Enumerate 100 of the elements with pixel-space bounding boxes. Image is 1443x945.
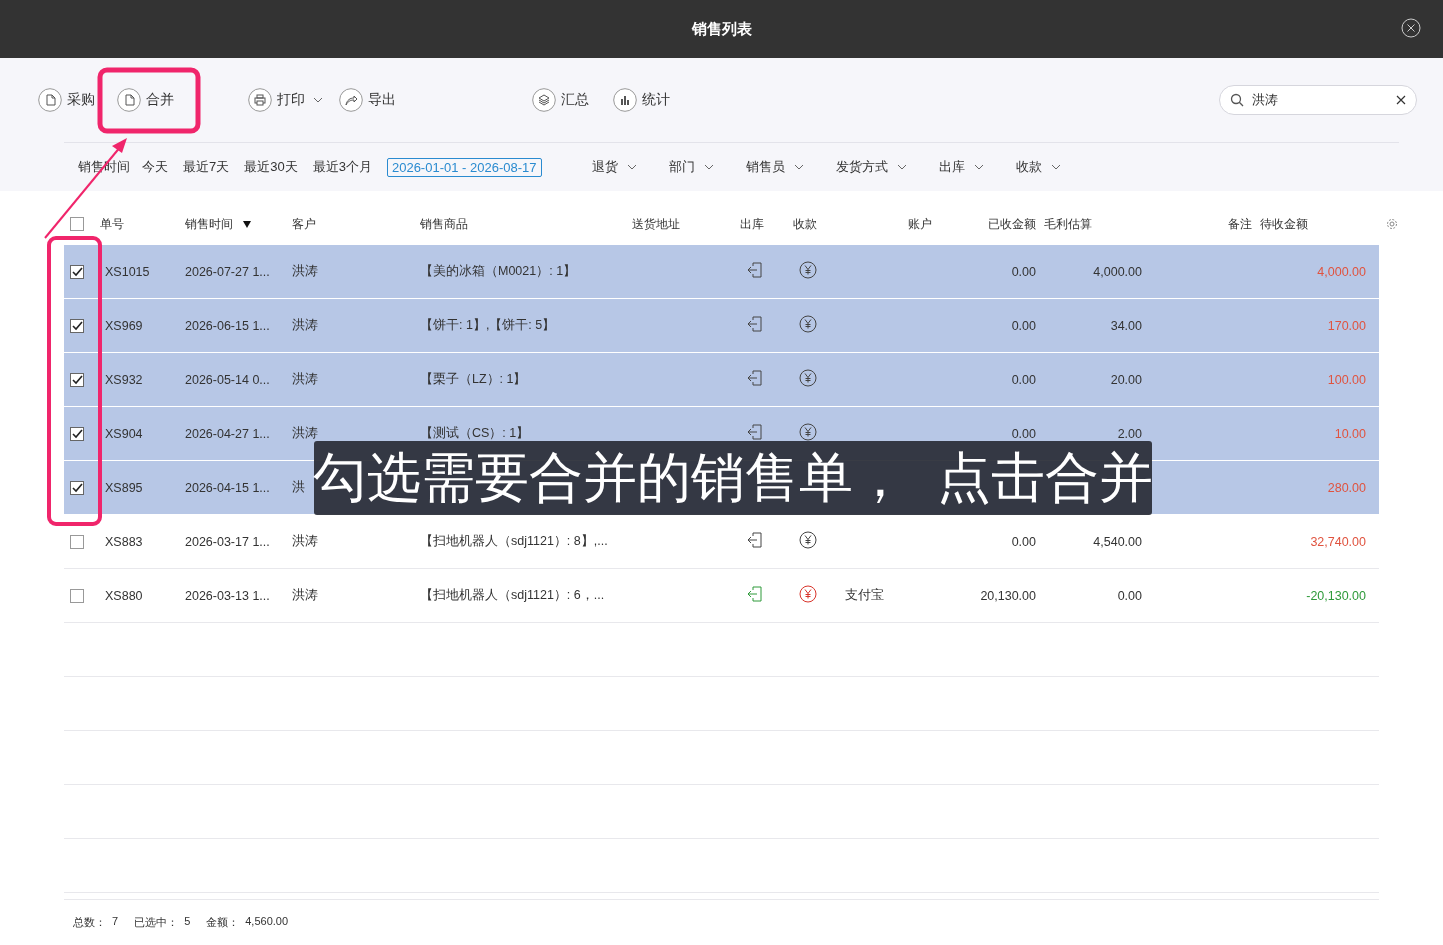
table-cell-text: 4,000.00 bbox=[1093, 264, 1143, 279]
table-cell-text: XS880 bbox=[104, 588, 144, 603]
chevron-down-icon bbox=[313, 96, 323, 104]
summary-label: 金额： bbox=[206, 915, 240, 930]
table-cell-text: XS1015 bbox=[104, 264, 151, 279]
summary-label: 总数： bbox=[73, 915, 106, 930]
checkbox[interactable] bbox=[70, 426, 84, 441]
chevron-down-icon bbox=[703, 163, 714, 171]
chevron-down-icon bbox=[896, 163, 907, 171]
layers-icon bbox=[532, 88, 556, 112]
table-cell: 【扫地机器人（sdj1121）: 6，... bbox=[420, 588, 605, 602]
close-icon[interactable] bbox=[1401, 18, 1421, 38]
filter-dropdown[interactable]: 出库 bbox=[938, 158, 984, 176]
printer-icon bbox=[248, 88, 272, 112]
filter-dropdown[interactable]: 收款 bbox=[1015, 158, 1061, 176]
bar-chart-icon bbox=[613, 88, 637, 112]
column-header[interactable]: 已收金额 bbox=[988, 216, 1044, 232]
table-cell-text: 洪涛 bbox=[292, 587, 319, 604]
table-cell-text: 洪涛 bbox=[292, 371, 319, 388]
table-cell-text: 洪涛 bbox=[292, 533, 319, 550]
table-cell-text: XS969 bbox=[104, 318, 144, 333]
table-cell-text: 洪涛 bbox=[292, 425, 319, 442]
table-cell-text: 0.00 bbox=[1011, 426, 1037, 441]
table-cell-text: 2026-06-15 1... bbox=[185, 318, 271, 333]
date-range-field[interactable]: 2026-01-01 - 2026-08-17 bbox=[386, 157, 542, 177]
table-cell-text: 20.00 bbox=[1110, 372, 1143, 387]
table-cell: 【栗子（LZ）: 1】 bbox=[420, 372, 527, 386]
table-cell-text: 0.00 bbox=[1117, 588, 1143, 603]
date-filter-link[interactable]: 今天 bbox=[142, 158, 168, 176]
toolbar-button[interactable]: 采购 bbox=[38, 88, 95, 112]
clear-icon[interactable] bbox=[1396, 95, 1406, 105]
table-cell-text: 100.00 bbox=[1327, 372, 1367, 387]
table-cell-text: 34.00 bbox=[1110, 318, 1143, 333]
document-icon bbox=[38, 88, 62, 112]
table-cell-text: 2026-04-15 1... bbox=[185, 480, 271, 495]
checkbox[interactable] bbox=[70, 372, 84, 387]
table-cell: 【测试（CS）: 1】 bbox=[420, 426, 530, 440]
chevron-down-icon bbox=[973, 163, 984, 171]
sort-down-icon[interactable] bbox=[243, 220, 251, 228]
toolbar-button[interactable]: 汇总 bbox=[532, 88, 589, 112]
column-header[interactable]: 收款 bbox=[793, 216, 845, 232]
table-cell-text: 2026-05-14 0... bbox=[185, 372, 271, 387]
table-cell-text: 2026-04-27 1... bbox=[185, 426, 271, 441]
toolbar-button[interactable]: 打印 bbox=[248, 88, 323, 112]
column-header[interactable]: 客户 bbox=[292, 216, 420, 232]
table-cell-text: 280.00 bbox=[1327, 480, 1367, 495]
table-cell-text: 10.00 bbox=[1334, 426, 1367, 441]
column-header[interactable]: 账户 bbox=[908, 216, 940, 232]
table-cell-text: XS895 bbox=[104, 480, 144, 495]
filter-dropdown[interactable]: 销售员 bbox=[745, 158, 804, 176]
column-header[interactable]: 备注 bbox=[1228, 216, 1260, 232]
column-header[interactable]: 送货地址 bbox=[632, 216, 740, 232]
summary-value: 5 bbox=[184, 915, 191, 929]
date-filter-link[interactable]: 最近30天 bbox=[244, 158, 298, 176]
checkbox[interactable] bbox=[70, 217, 84, 231]
summary-value: 4,560.00 bbox=[245, 915, 289, 929]
column-header[interactable]: 销售商品 bbox=[420, 216, 632, 232]
table-cell-text: 2.00 bbox=[1117, 426, 1143, 441]
table-cell-text: 4,540.00 bbox=[1093, 534, 1143, 549]
date-filter-link[interactable]: 最近7天 bbox=[183, 158, 230, 176]
column-header[interactable]: 待收金额 bbox=[1260, 216, 1374, 232]
checkbox[interactable] bbox=[70, 588, 84, 603]
filter-dropdown[interactable]: 发货方式 bbox=[835, 158, 907, 176]
table-cell-text: 2026-07-27 1... bbox=[185, 264, 271, 279]
table-cell-text: 20,130.00 bbox=[980, 588, 1037, 603]
search-icon bbox=[1230, 93, 1244, 107]
search-input[interactable]: 洪涛 bbox=[1250, 91, 1390, 109]
summary-value: 7 bbox=[112, 915, 119, 929]
search-field[interactable]: 洪涛 bbox=[1219, 85, 1417, 115]
table-cell-text: XS904 bbox=[104, 426, 144, 441]
table-cell-text: 170.00 bbox=[1327, 318, 1367, 333]
table-cell: 【美的冰箱（M0021）: 1】 bbox=[420, 264, 577, 278]
table-cell-text: 32,740.00 bbox=[1310, 534, 1367, 549]
filter-dropdown[interactable]: 退货 bbox=[591, 158, 637, 176]
checkbox[interactable] bbox=[70, 480, 84, 495]
toolbar-button[interactable]: 统计 bbox=[613, 88, 670, 112]
checkbox[interactable] bbox=[70, 318, 84, 333]
window-title: 销售列表 bbox=[691, 19, 752, 39]
table-cell-text: 0.00 bbox=[1011, 372, 1037, 387]
column-header[interactable]: 单号 bbox=[100, 216, 185, 232]
table-cell-text: 0.00 bbox=[1011, 318, 1037, 333]
checkbox[interactable] bbox=[70, 534, 84, 549]
table-cell-text: 洪涛 bbox=[292, 263, 319, 280]
toolbar-button[interactable]: 合并 bbox=[117, 88, 174, 112]
table-cell-text: 0.00 bbox=[1011, 264, 1037, 279]
column-header[interactable]: 出库 bbox=[740, 216, 793, 232]
toolbar-button[interactable]: 导出 bbox=[339, 88, 396, 112]
table-cell-text: 4,000.00 bbox=[1317, 264, 1367, 279]
chevron-down-icon bbox=[626, 163, 637, 171]
filter-dropdown[interactable]: 部门 bbox=[668, 158, 714, 176]
table-cell: 【饼干: 1】,【饼干: 5】 bbox=[420, 318, 556, 332]
table-cell-text: 0.00 bbox=[1011, 534, 1037, 549]
checkbox[interactable] bbox=[70, 264, 84, 279]
date-filter-link[interactable]: 最近3个月 bbox=[312, 158, 372, 176]
share-icon bbox=[339, 88, 363, 112]
column-header[interactable]: 销售时间 bbox=[185, 216, 292, 232]
table-cell-text: -20,130.00 bbox=[1306, 588, 1367, 603]
table-cell-text: XS883 bbox=[104, 534, 144, 549]
chevron-down-icon bbox=[793, 163, 804, 171]
column-header[interactable]: 毛利估算 bbox=[1044, 216, 1150, 232]
